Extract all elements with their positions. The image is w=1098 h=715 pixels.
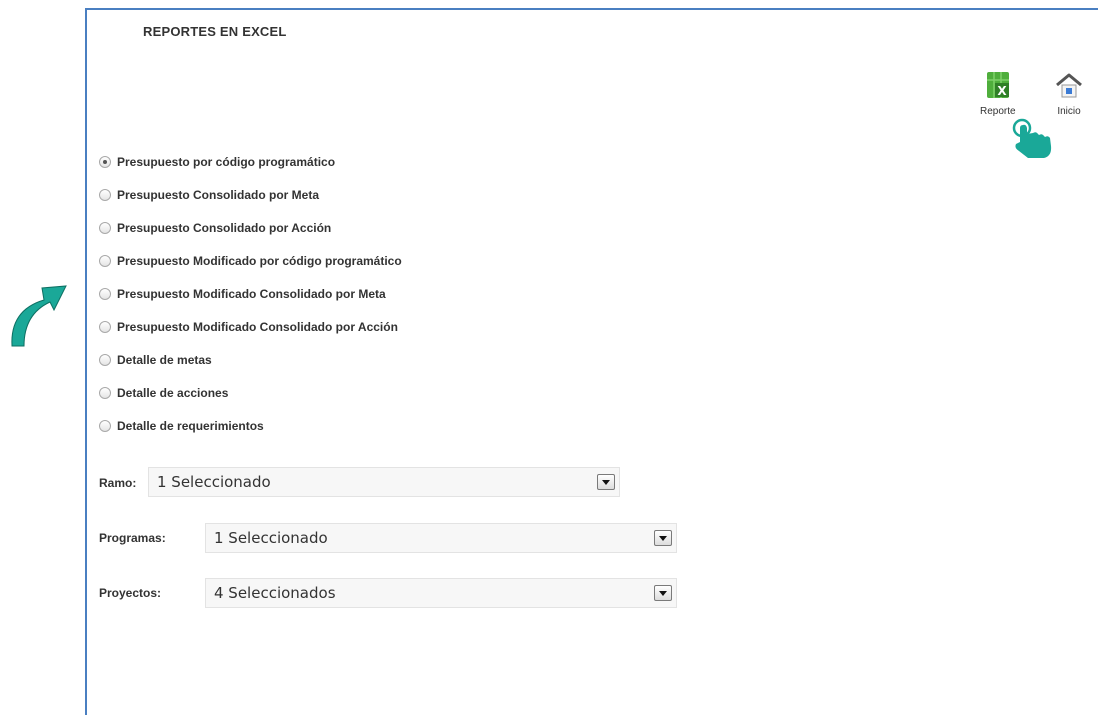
chevron-down-icon[interactable]: [654, 585, 672, 601]
radio-option-consolidado-meta[interactable]: Presupuesto Consolidado por Meta: [99, 178, 402, 211]
reporte-button[interactable]: X Reporte: [980, 70, 1016, 117]
radio-button[interactable]: [99, 287, 111, 300]
programas-select-value: 1 Seleccionado: [214, 529, 328, 547]
page-title: REPORTES EN EXCEL: [143, 24, 287, 39]
reporte-label: Reporte: [980, 106, 1016, 117]
radio-option-modificado-meta[interactable]: Presupuesto Modificado Consolidado por M…: [99, 277, 402, 310]
radio-label: Detalle de requerimientos: [117, 418, 264, 433]
ramo-select[interactable]: 1 Seleccionado: [148, 467, 620, 497]
radio-label: Presupuesto Modificado Consolidado por M…: [117, 286, 386, 301]
radio-option-presupuesto-codigo[interactable]: Presupuesto por código programático: [99, 145, 402, 178]
chevron-down-icon[interactable]: [654, 530, 672, 546]
radio-button[interactable]: [99, 221, 111, 234]
inicio-button[interactable]: Inicio: [1054, 70, 1084, 117]
radio-option-modificado-accion[interactable]: Presupuesto Modificado Consolidado por A…: [99, 310, 402, 343]
radio-button[interactable]: [99, 188, 111, 201]
radio-button[interactable]: [99, 155, 111, 168]
ramo-label: Ramo:: [99, 476, 137, 490]
programas-label: Programas:: [99, 531, 166, 545]
proyectos-select-value: 4 Seleccionados: [214, 584, 336, 602]
svg-text:X: X: [997, 84, 1007, 98]
radio-label: Presupuesto Modificado Consolidado por A…: [117, 319, 398, 334]
radio-option-modificado-codigo[interactable]: Presupuesto Modificado por código progra…: [99, 244, 402, 277]
ramo-select-value: 1 Seleccionado: [157, 473, 271, 491]
chevron-down-icon[interactable]: [597, 474, 615, 490]
radio-label: Detalle de metas: [117, 352, 212, 367]
pointing-hand-icon: [1010, 118, 1056, 165]
radio-label: Detalle de acciones: [117, 385, 229, 400]
radio-button[interactable]: [99, 320, 111, 333]
radio-label: Presupuesto Modificado por código progra…: [117, 253, 402, 268]
radio-button[interactable]: [99, 386, 111, 399]
inicio-label: Inicio: [1057, 106, 1081, 117]
proyectos-select[interactable]: 4 Seleccionados: [205, 578, 677, 608]
proyectos-label: Proyectos:: [99, 586, 162, 600]
radio-button[interactable]: [99, 419, 111, 432]
radio-option-consolidado-accion[interactable]: Presupuesto Consolidado por Acción: [99, 211, 402, 244]
radio-label: Presupuesto por código programático: [117, 154, 336, 169]
programas-select[interactable]: 1 Seleccionado: [205, 523, 677, 553]
report-options: Presupuesto por código programático Pres…: [99, 145, 402, 442]
radio-label: Presupuesto Consolidado por Meta: [117, 187, 320, 202]
radio-button[interactable]: [99, 254, 111, 267]
radio-option-detalle-requerimientos[interactable]: Detalle de requerimientos: [99, 409, 402, 442]
radio-option-detalle-acciones[interactable]: Detalle de acciones: [99, 376, 402, 409]
excel-icon: X: [983, 70, 1013, 105]
radio-label: Presupuesto Consolidado por Acción: [117, 220, 332, 235]
curved-arrow-icon: [8, 280, 68, 355]
home-icon: [1054, 70, 1084, 105]
radio-option-detalle-metas[interactable]: Detalle de metas: [99, 343, 402, 376]
radio-button[interactable]: [99, 353, 111, 366]
